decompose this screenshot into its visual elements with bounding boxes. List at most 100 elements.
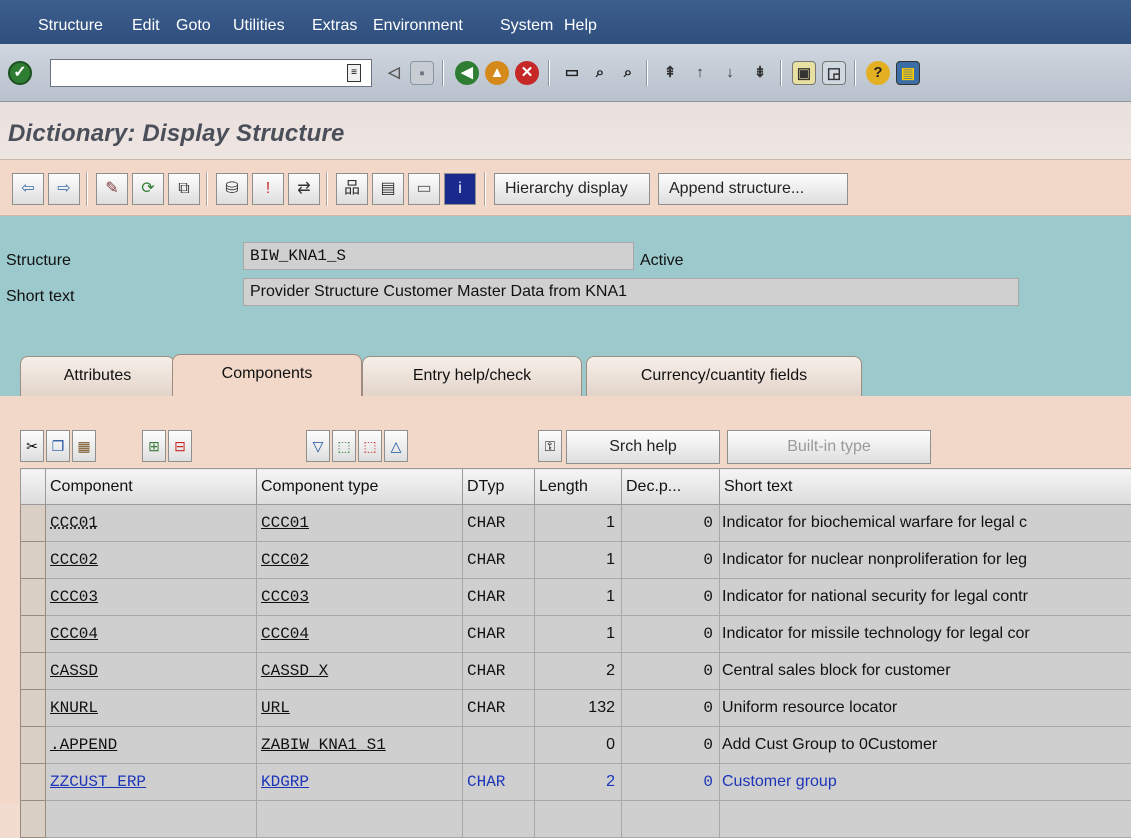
tab-attributes[interactable]: Attributes <box>20 356 175 396</box>
short-text-cell[interactable]: Customer group <box>720 764 1131 801</box>
hierarchy-icon[interactable]: 品 <box>336 173 368 205</box>
row-select-header[interactable] <box>21 469 46 505</box>
row-selector[interactable] <box>21 690 46 727</box>
column-header-length[interactable]: Length <box>535 469 622 505</box>
length-cell[interactable]: 0 <box>535 727 622 764</box>
dtyp-cell[interactable]: CHAR <box>463 690 535 727</box>
component-cell[interactable]: CCC02 <box>46 542 257 579</box>
length-cell[interactable]: 1 <box>535 616 622 653</box>
decimal-cell[interactable]: 0 <box>622 579 720 616</box>
search-help-button[interactable]: Srch help <box>566 430 720 464</box>
component-type-cell[interactable]: CCC01 <box>257 505 463 542</box>
where-used-icon[interactable]: ! <box>252 173 284 205</box>
dtyp-cell[interactable]: CHAR <box>463 579 535 616</box>
empty-cell[interactable] <box>46 801 257 838</box>
empty-cell[interactable] <box>463 801 535 838</box>
append-structure-button[interactable]: Append structure... <box>658 173 848 205</box>
decimal-cell[interactable]: 0 <box>622 505 720 542</box>
sort-icon[interactable]: ▽ <box>306 430 330 462</box>
menu-help[interactable]: Help <box>564 17 597 35</box>
shortcut-icon[interactable]: ◲ <box>822 61 846 85</box>
short-text-cell[interactable]: Indicator for biochemical warfare for le… <box>720 505 1131 542</box>
dtyp-cell[interactable]: CHAR <box>463 653 535 690</box>
row-selector[interactable] <box>21 727 46 764</box>
last-page-icon[interactable]: ⇟ <box>748 61 772 85</box>
decimal-cell[interactable]: 0 <box>622 653 720 690</box>
length-cell[interactable]: 132 <box>535 690 622 727</box>
up-icon[interactable]: △ <box>384 430 408 462</box>
insert-row-icon[interactable]: ⊞ <box>142 430 166 462</box>
decimal-cell[interactable]: 0 <box>622 542 720 579</box>
print-icon[interactable]: ▭ <box>560 61 584 85</box>
component-type-cell[interactable]: KDGRP <box>257 764 463 801</box>
previous-page-icon[interactable]: ↑ <box>688 61 712 85</box>
menu-environment[interactable]: Environment <box>373 17 463 35</box>
dtyp-cell[interactable] <box>463 727 535 764</box>
search-help-icon[interactable]: ⚿ <box>538 430 562 462</box>
command-field[interactable] <box>50 59 372 87</box>
menu-extras[interactable]: Extras <box>312 17 357 35</box>
copy-icon[interactable]: ❐ <box>46 430 70 462</box>
component-type-cell[interactable]: CCC02 <box>257 542 463 579</box>
menu-goto[interactable]: Goto <box>176 17 211 35</box>
short-text-cell[interactable]: Central sales block for customer <box>720 653 1131 690</box>
menu-edit[interactable]: Edit <box>132 17 160 35</box>
component-cell[interactable]: CCC03 <box>46 579 257 616</box>
component-type-cell[interactable]: ZABIW_KNA1_S1 <box>257 727 463 764</box>
decimal-cell[interactable]: 0 <box>622 727 720 764</box>
short-text-cell[interactable]: Indicator for nuclear nonproliferation f… <box>720 542 1131 579</box>
menu-utilities[interactable]: Utilities <box>233 17 285 35</box>
column-header-short-text[interactable]: Short text <box>720 469 1131 505</box>
component-cell[interactable]: CCC01 <box>46 505 257 542</box>
tab-entry-help-check[interactable]: Entry help/check <box>362 356 582 396</box>
length-cell[interactable]: 1 <box>535 579 622 616</box>
component-type-cell[interactable]: URL <box>257 690 463 727</box>
layout-icon[interactable]: ▭ <box>408 173 440 205</box>
row-selector[interactable] <box>21 801 46 838</box>
component-cell[interactable]: ZZCUST_ERP <box>46 764 257 801</box>
save-icon[interactable]: ▪ <box>410 61 434 85</box>
short-text-field[interactable]: Provider Structure Customer Master Data … <box>243 278 1019 306</box>
command-history-icon[interactable]: ≡ <box>347 64 361 82</box>
row-selector[interactable] <box>21 542 46 579</box>
decimal-cell[interactable]: 0 <box>622 764 720 801</box>
paste-icon[interactable]: ▦ <box>72 430 96 462</box>
check-icon[interactable]: ⧉ <box>168 173 200 205</box>
component-cell[interactable]: CCC04 <box>46 616 257 653</box>
component-type-cell[interactable]: CCC04 <box>257 616 463 653</box>
other-object-icon[interactable]: ⟳ <box>132 173 164 205</box>
row-selector[interactable] <box>21 505 46 542</box>
built-in-type-button[interactable]: Built-in type <box>727 430 931 464</box>
menu-structure[interactable]: Structure <box>38 17 103 35</box>
column-header-dtyp[interactable]: DTyp <box>463 469 535 505</box>
row-selector[interactable] <box>21 764 46 801</box>
back-icon[interactable]: ◀ <box>455 61 479 85</box>
structure-field[interactable]: BIW_KNA1_S <box>243 242 634 270</box>
empty-cell[interactable] <box>622 801 720 838</box>
collapse-icon[interactable]: ◁ <box>382 61 406 85</box>
find-next-icon[interactable]: ⌕ <box>616 61 640 85</box>
short-text-cell[interactable]: Indicator for national security for lega… <box>720 579 1131 616</box>
back-arrow-icon[interactable]: ⇦ <box>12 173 44 205</box>
table-icon[interactable]: ▤ <box>372 173 404 205</box>
tab-components[interactable]: Components <box>172 354 362 396</box>
tab-currency-quantity-fields[interactable]: Currency/cuantity fields <box>586 356 862 396</box>
column-header-component[interactable]: Component <box>46 469 257 505</box>
row-selector[interactable] <box>21 616 46 653</box>
short-text-cell[interactable]: Indicator for missile technology for leg… <box>720 616 1131 653</box>
component-cell[interactable]: .APPEND <box>46 727 257 764</box>
decimal-cell[interactable]: 0 <box>622 690 720 727</box>
layout-menu-icon[interactable]: ▤ <box>896 61 920 85</box>
short-text-cell[interactable]: Uniform resource locator <box>720 690 1131 727</box>
column-header-component-type[interactable]: Component type <box>257 469 463 505</box>
enter-icon[interactable]: ✓ <box>8 61 32 85</box>
empty-cell[interactable] <box>720 801 1131 838</box>
length-cell[interactable]: 1 <box>535 542 622 579</box>
new-session-icon[interactable]: ▣ <box>792 61 816 85</box>
length-cell[interactable]: 1 <box>535 505 622 542</box>
find-icon[interactable]: ⌕ <box>588 61 612 85</box>
component-type-cell[interactable]: CASSD_X <box>257 653 463 690</box>
component-type-cell[interactable]: CCC03 <box>257 579 463 616</box>
info-icon[interactable]: i <box>444 173 476 205</box>
dtyp-cell[interactable]: CHAR <box>463 764 535 801</box>
